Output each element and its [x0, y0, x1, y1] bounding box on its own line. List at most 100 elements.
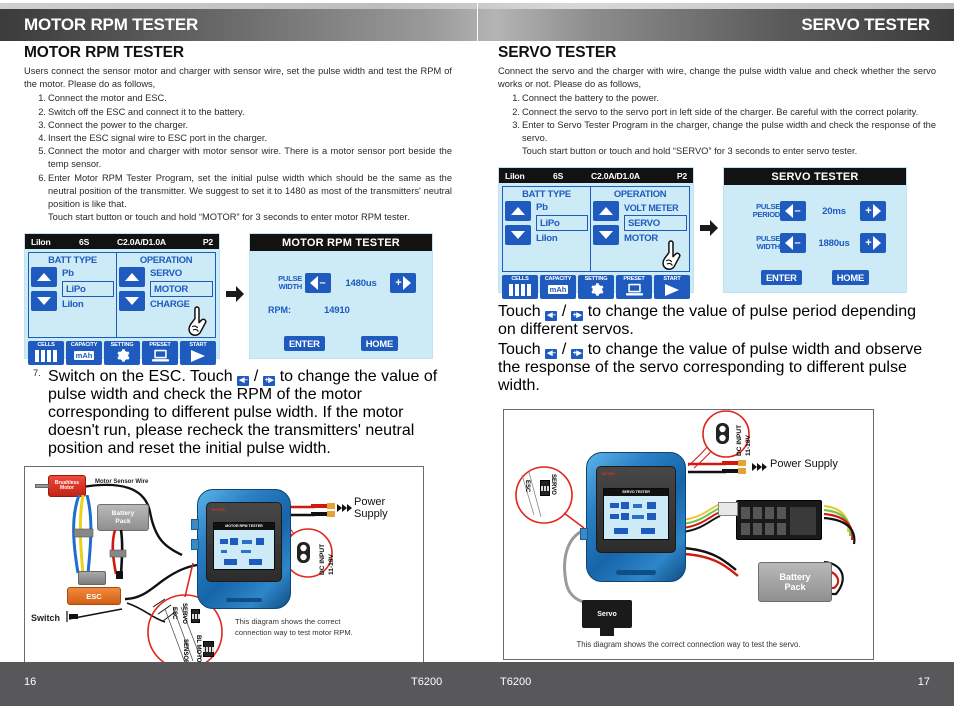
pulse-period-label-line2: PERIOD	[752, 210, 781, 220]
servo-tester-result-lcd[interactable]: SERVO TESTER PULSE PERIOD – 20ms + PULSE…	[723, 167, 907, 294]
screen-lbl-1	[220, 538, 229, 545]
pulse-width-row: PULSE WIDTH – 1880us +	[742, 233, 906, 254]
batt-type-arrows[interactable]	[505, 200, 531, 246]
right-lcd-row: LiIon 6S C2.0A/D1.0A P2 BATT TYPE Pb LiP…	[498, 167, 936, 300]
operation-arrows[interactable]	[593, 200, 619, 246]
preset-button[interactable]: PRESET	[142, 341, 178, 366]
menu-box: BATT TYPE Pb LiPo LiIon	[502, 186, 690, 273]
pulse-period-decrease-button[interactable]: –	[780, 201, 806, 222]
power-supply-arrows-icon	[337, 504, 352, 513]
operation-down-arrow[interactable]	[593, 225, 619, 246]
menu-box: BATT TYPE Pb LiPo LiIon	[28, 252, 216, 339]
charger-shell: SKYRC SERVO TESTER	[586, 452, 686, 583]
servo-port-connector	[191, 609, 200, 624]
batt-option-pb[interactable]: Pb	[536, 200, 588, 215]
increase-inline-icon: +▶	[570, 311, 584, 322]
brushless-motor-block: Brushless Motor	[48, 475, 86, 498]
left-triangle-icon	[785, 236, 794, 251]
screen-rpm-value	[241, 549, 251, 554]
pulse-width-increase-button[interactable]: +	[860, 233, 886, 254]
batt-type-up-arrow[interactable]	[31, 267, 57, 288]
right-intro: Connect the servo and the charger with w…	[498, 66, 936, 90]
enter-button[interactable]: ENTER	[760, 270, 802, 286]
screen-enter-btn	[223, 559, 237, 565]
operation-option-motor[interactable]: MOTOR	[624, 231, 687, 246]
charger-screen: SERVO TESTER	[603, 487, 669, 541]
right-menu-lcd[interactable]: LiIon 6S C2.0A/D1.0A P2 BATT TYPE Pb LiP…	[498, 167, 694, 300]
cells-button[interactable]: CELLS	[502, 275, 538, 300]
operation-heading: OPERATION	[139, 254, 193, 266]
pulse-period-increase-button[interactable]: +	[860, 201, 886, 222]
batt-option-liion[interactable]: LiIon	[536, 231, 588, 246]
setting-button[interactable]: SETTING	[104, 341, 140, 366]
preset-button[interactable]: PRESET	[616, 275, 652, 300]
start-button[interactable]: START	[654, 275, 690, 300]
right-section-title: SERVO TESTER	[498, 44, 617, 61]
operation-option-servo[interactable]: SERVO	[150, 266, 213, 281]
setting-button[interactable]: SETTING	[578, 275, 614, 300]
capacity-button[interactable]: CAPACITY mAh	[66, 341, 102, 366]
operation-option-servo[interactable]: SERVO	[624, 215, 687, 232]
dc-input-line2: 11-18V	[745, 435, 752, 457]
capacity-button[interactable]: CAPACITY mAh	[540, 275, 576, 300]
charger-device: SKYRC MOTOR RPM TESTER	[197, 489, 291, 610]
operation-option-charge[interactable]: CHARGE	[150, 297, 213, 312]
port-servo-label: SERVO	[550, 474, 556, 496]
motor-rpm-result-lcd[interactable]: MOTOR RPM TESTER PULSE WIDTH – 1480us +	[249, 233, 433, 360]
port-servo-label: SERVO	[181, 603, 187, 625]
pulse-width-increase-button[interactable]: +	[390, 273, 416, 294]
list-item: Insert the ESC signal wire to ESC port i…	[33, 132, 268, 145]
batt-type-arrows[interactable]	[31, 266, 57, 312]
batt-option-lipo[interactable]: LiPo	[62, 281, 114, 298]
battery-label-line1: Battery	[111, 510, 135, 518]
model-label-right: T6200	[500, 676, 532, 688]
operation-option-motor[interactable]: MOTOR	[150, 281, 213, 298]
pulse-period-value: 20ms	[822, 205, 846, 217]
batt-type-down-arrow[interactable]	[505, 225, 531, 246]
status-cells: 6S	[553, 170, 564, 181]
left-triangle-icon	[310, 276, 319, 291]
increase-inline-icon: +▶	[570, 349, 584, 360]
charger-servo-port	[580, 528, 588, 541]
left-column: MOTOR RPM TESTER Users connect the senso…	[24, 44, 452, 671]
play-icon	[663, 282, 681, 297]
charger-face: SKYRC MOTOR RPM TESTER	[206, 502, 282, 583]
status-preset: P2	[676, 170, 687, 181]
pulse-period-label: PULSE PERIOD	[742, 202, 781, 220]
batt-type-down-arrow[interactable]	[31, 291, 57, 312]
batt-option-lipo[interactable]: LiPo	[536, 215, 588, 232]
batt-type-up-arrow[interactable]	[505, 201, 531, 222]
pulse-width-decrease-button[interactable]: –	[780, 233, 806, 254]
port-esc-label: ESC	[524, 480, 530, 493]
ribbon-plug	[718, 502, 738, 517]
dc-input-line2: 11-18V	[328, 554, 335, 576]
port-callout-servo: SERVO ESC	[524, 474, 570, 512]
operation-panel: OPERATION SERVO MOTOR CHARGE	[117, 253, 215, 337]
cells-button[interactable]: CELLS	[28, 341, 64, 366]
increase-inline-icon: +▶	[262, 376, 276, 387]
batt-type-heading: BATT TYPE	[48, 254, 97, 266]
operation-arrows[interactable]	[119, 266, 145, 312]
home-button[interactable]: HOME	[360, 336, 399, 352]
brand-skyrc: SKYRC	[211, 506, 226, 512]
esc-block: ESC	[67, 587, 121, 606]
left-menu-lcd[interactable]: LiIon 6S C2.0A/D1.0A P2 BATT TYPE Pb LiP…	[24, 233, 220, 366]
charger-side-port-upper	[191, 519, 199, 531]
decrease-inline-icon: ◀–	[545, 311, 558, 322]
lcd-icon-row: CELLS CAPACITY mAh SETTING PRESET START	[25, 341, 219, 368]
home-button[interactable]: HOME	[831, 270, 870, 286]
left-steps-list: Connect the motor and ESC. Switch off th…	[24, 92, 452, 211]
operation-down-arrow[interactable]	[119, 291, 145, 312]
charger-screen: MOTOR RPM TESTER	[213, 521, 275, 571]
touch2-mid: /	[561, 341, 567, 359]
enter-button[interactable]: ENTER	[283, 336, 325, 352]
operation-up-arrow[interactable]	[593, 201, 619, 222]
batt-option-pb[interactable]: Pb	[62, 266, 114, 281]
batt-option-liion[interactable]: LiIon	[62, 297, 114, 312]
start-button[interactable]: START	[180, 341, 216, 366]
operation-option-volt-meter[interactable]: VOLT METER	[624, 200, 687, 215]
receiver-board	[736, 500, 822, 541]
pulse-width-decrease-button[interactable]: –	[305, 273, 331, 294]
right-steps-list: Connect the battery to the power. Connec…	[498, 92, 936, 145]
operation-up-arrow[interactable]	[119, 267, 145, 288]
